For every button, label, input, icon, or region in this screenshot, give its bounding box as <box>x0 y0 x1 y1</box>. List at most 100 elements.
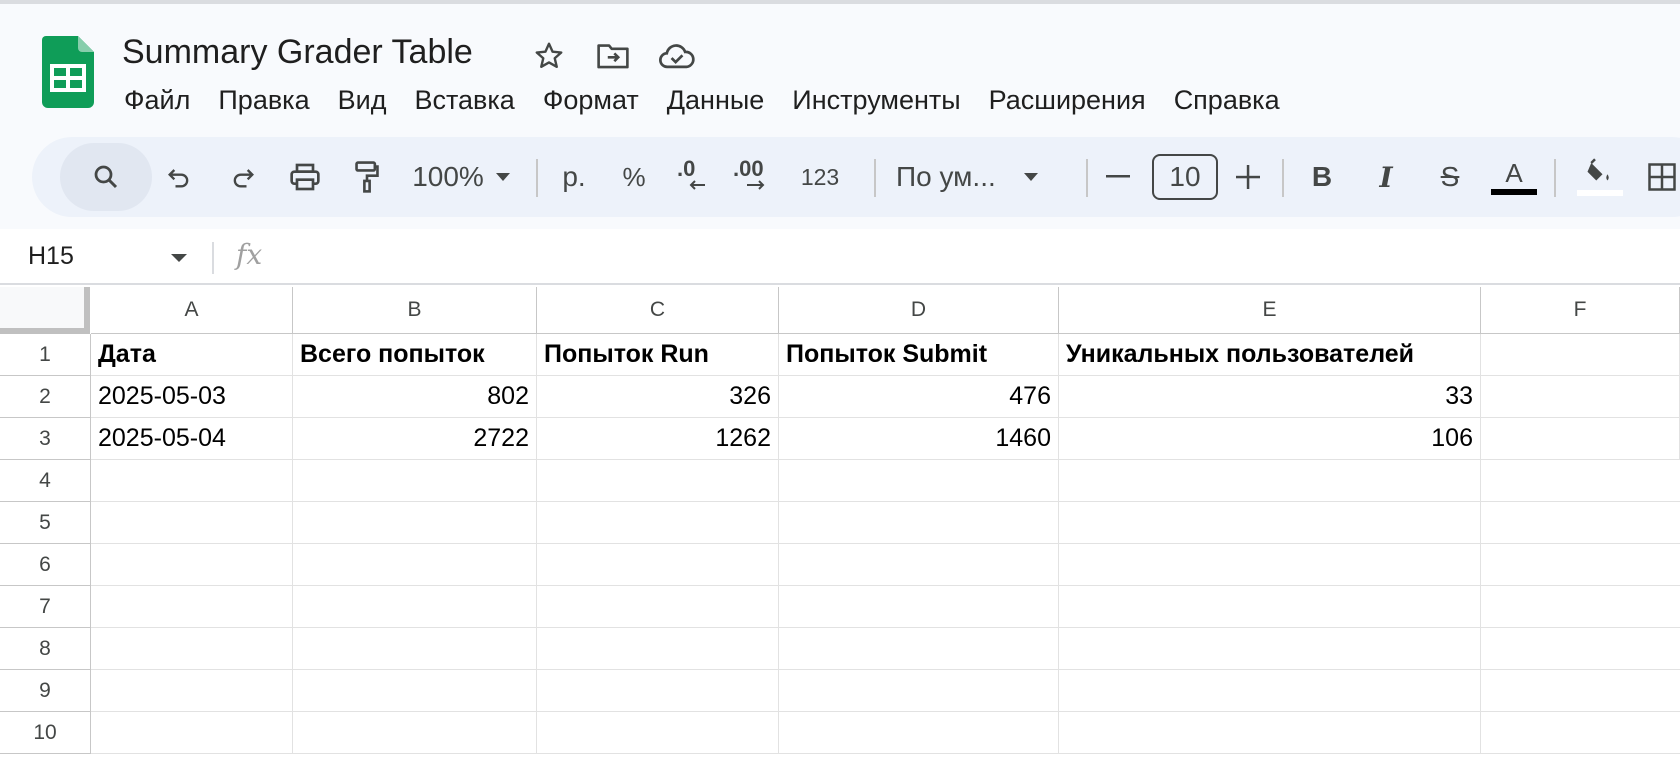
column-header-f[interactable]: F <box>1481 287 1680 334</box>
text-color-bar <box>1491 189 1537 195</box>
empty-rows <box>91 460 1680 754</box>
row-header-9[interactable]: 9 <box>0 670 91 712</box>
font-size-input[interactable]: 10 <box>1152 154 1218 200</box>
cell-e2[interactable]: 33 <box>1059 376 1481 418</box>
cell-a1[interactable]: Дата <box>91 334 293 376</box>
paint-format-icon <box>355 161 379 193</box>
menu-data[interactable]: Данные <box>653 80 779 120</box>
formula-input[interactable] <box>290 238 1670 276</box>
app-header: Summary Grader Table Файл Правка Вид Вст… <box>0 4 1680 229</box>
undo-button[interactable] <box>154 137 204 217</box>
menu-extensions[interactable]: Расширения <box>975 80 1160 120</box>
menu-insert[interactable]: Вставка <box>400 80 528 120</box>
cell-c1[interactable]: Попыток Run <box>537 334 779 376</box>
cell-f2[interactable] <box>1481 376 1680 418</box>
italic-button[interactable]: I <box>1364 137 1408 217</box>
row-header-7[interactable]: 7 <box>0 586 91 628</box>
cell-f1[interactable] <box>1481 334 1680 376</box>
cell-d2[interactable]: 476 <box>779 376 1059 418</box>
fx-icon: fx <box>236 238 263 271</box>
document-title[interactable]: Summary Grader Table <box>122 30 473 74</box>
spreadsheet-grid: A B C D E F 1 2 3 4 5 6 7 8 9 10 Дата Вс… <box>0 287 1680 762</box>
row-header-4[interactable]: 4 <box>0 460 91 502</box>
menu-help[interactable]: Справка <box>1160 80 1294 120</box>
increase-font-size-button[interactable] <box>1228 137 1268 217</box>
decrease-font-size-button[interactable] <box>1098 137 1138 217</box>
cell-b2[interactable]: 802 <box>293 376 537 418</box>
menu-tools[interactable]: Инструменты <box>778 80 974 120</box>
toolbar-divider <box>536 159 538 197</box>
formula-bar-divider <box>212 242 214 274</box>
row-header-10[interactable]: 10 <box>0 712 91 754</box>
increase-decimal-label: .00 <box>733 156 764 181</box>
redo-button[interactable] <box>218 137 268 217</box>
row-header-3[interactable]: 3 <box>0 418 91 460</box>
print-button[interactable] <box>280 137 330 217</box>
name-box[interactable]: H15 <box>28 242 74 271</box>
column-header-d[interactable]: D <box>779 287 1059 334</box>
cell-a2[interactable]: 2025-05-03 <box>91 376 293 418</box>
percent-format-button[interactable]: % <box>614 137 654 217</box>
undo-icon <box>168 169 189 188</box>
cell-e1[interactable]: Уникальных пользователей <box>1059 334 1481 376</box>
cell-f3[interactable] <box>1481 418 1680 460</box>
row-header-2[interactable]: 2 <box>0 376 91 418</box>
increase-decimal-button[interactable]: .00 <box>724 137 780 217</box>
menu-view[interactable]: Вид <box>324 80 401 120</box>
column-header-c[interactable]: C <box>537 287 779 334</box>
menu-file[interactable]: Файл <box>110 80 204 120</box>
search-menus-button[interactable] <box>60 143 152 211</box>
cloud-saved-icon[interactable] <box>656 36 698 76</box>
column-header-a[interactable]: A <box>91 287 293 334</box>
name-box-chevron-down-icon[interactable] <box>170 250 188 268</box>
text-color-button[interactable]: A <box>1488 137 1540 217</box>
move-to-folder-icon[interactable] <box>592 36 634 76</box>
decrease-decimal-label: .0 <box>677 156 695 181</box>
fill-color-bar <box>1577 190 1623 196</box>
toolbar-divider <box>1086 159 1088 197</box>
row-header-8[interactable]: 8 <box>0 628 91 670</box>
font-family-select[interactable]: По ум... <box>888 137 998 217</box>
bold-button[interactable]: B <box>1300 137 1344 217</box>
cell-b3[interactable]: 2722 <box>293 418 537 460</box>
cell-b1[interactable]: Всего попыток <box>293 334 537 376</box>
arrow-right-icon <box>747 180 765 190</box>
column-header-b[interactable]: B <box>293 287 537 334</box>
cell-d1[interactable]: Попыток Submit <box>779 334 1059 376</box>
sheets-logo-icon[interactable] <box>42 36 94 108</box>
search-icon <box>94 165 118 189</box>
cell-c3[interactable]: 1262 <box>537 418 779 460</box>
menu-format[interactable]: Формат <box>529 80 653 120</box>
cell-a3[interactable]: 2025-05-04 <box>91 418 293 460</box>
cell-d3[interactable]: 1460 <box>779 418 1059 460</box>
font-chevron-down-icon[interactable] <box>1016 137 1046 217</box>
redo-icon <box>233 169 254 188</box>
row-header-5[interactable]: 5 <box>0 502 91 544</box>
star-icon[interactable] <box>528 36 570 76</box>
arrow-left-icon <box>689 180 705 190</box>
currency-format-button[interactable]: р. <box>552 137 596 217</box>
cell-c2[interactable]: 326 <box>537 376 779 418</box>
cell-e3[interactable]: 106 <box>1059 418 1481 460</box>
menu-edit[interactable]: Правка <box>204 80 323 120</box>
column-header-e[interactable]: E <box>1059 287 1481 334</box>
strikethrough-button[interactable]: S <box>1428 137 1472 217</box>
toolbar-divider <box>1554 159 1556 197</box>
zoom-select[interactable]: 100% <box>402 137 494 217</box>
print-icon <box>290 163 320 191</box>
title-actions <box>528 36 698 76</box>
toolbar: 100% р. % .0 .00 123 По ум... 10 B I S A <box>32 137 1680 217</box>
select-all-corner[interactable] <box>0 287 90 334</box>
toolbar-divider <box>874 159 876 197</box>
more-formats-button[interactable]: 123 <box>792 137 848 217</box>
paint-format-button[interactable] <box>342 137 392 217</box>
zoom-chevron-down-icon[interactable] <box>488 137 518 217</box>
row-header-1[interactable]: 1 <box>0 334 91 376</box>
decrease-decimal-button[interactable]: .0 <box>666 137 718 217</box>
paint-bucket-icon <box>1587 158 1609 181</box>
fill-color-button[interactable] <box>1572 137 1628 217</box>
menu-bar: Файл Правка Вид Вставка Формат Данные Ин… <box>110 78 1294 122</box>
text-color-label: A <box>1505 158 1523 188</box>
row-header-6[interactable]: 6 <box>0 544 91 586</box>
borders-button[interactable] <box>1640 137 1680 217</box>
